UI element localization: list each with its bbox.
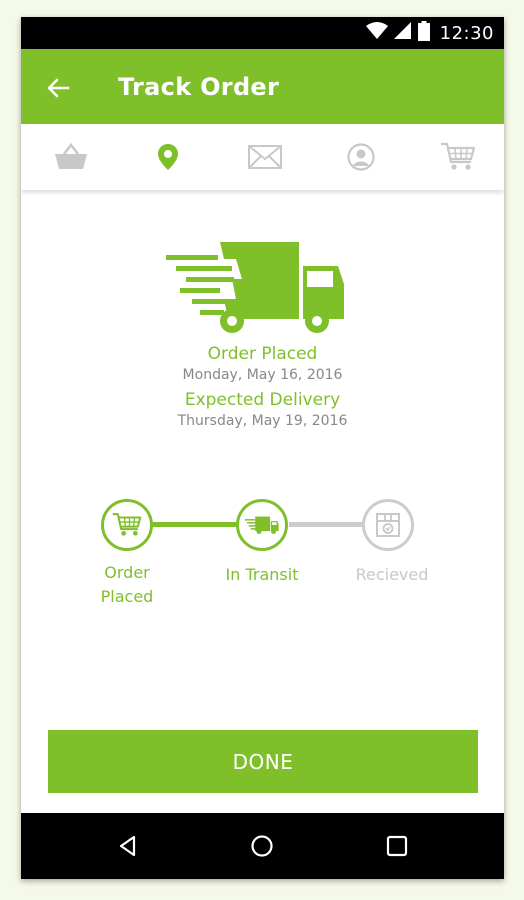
arrow-back-icon <box>47 78 70 98</box>
tab-account[interactable] <box>341 137 381 177</box>
tab-cart[interactable] <box>438 137 478 177</box>
order-placed-label: Order Placed <box>207 344 318 364</box>
circle-home-icon <box>251 835 274 857</box>
nav-home-button[interactable] <box>242 826 282 866</box>
system-nav-bar <box>21 813 504 879</box>
step-order-placed <box>101 499 153 551</box>
location-pin-icon <box>157 144 178 170</box>
step-label-received: Recieved <box>355 565 429 584</box>
triangle-back-icon <box>120 835 136 857</box>
truck-icon <box>245 516 279 534</box>
tab-bar <box>21 124 504 190</box>
step-label-order-placed: Order Placed <box>77 561 177 609</box>
expected-delivery-date: Thursday, May 19, 2016 <box>177 413 348 429</box>
status-time: 12:30 <box>439 22 494 44</box>
step-received <box>362 499 414 551</box>
cart-icon <box>441 142 476 170</box>
order-placed-date: Monday, May 16, 2016 <box>182 367 343 383</box>
tab-basket[interactable] <box>51 137 91 177</box>
battery-icon <box>417 21 430 45</box>
box-icon <box>376 513 400 537</box>
status-icons: 12:30 <box>365 17 494 49</box>
app-bar: Track Order <box>21 49 504 124</box>
done-button[interactable]: DONE <box>48 730 478 793</box>
back-button[interactable] <box>41 71 75 105</box>
progress-line-done <box>151 522 237 527</box>
square-recents-icon <box>386 835 407 857</box>
step-in-transit <box>236 499 288 551</box>
cart-icon <box>112 513 142 536</box>
delivery-truck-icon <box>166 239 346 338</box>
phone-screen: 12:30 Track Order Order Placed Monday, M… <box>21 17 504 879</box>
expected-delivery-label: Expected Delivery <box>184 390 341 410</box>
basket-icon <box>55 143 87 169</box>
tab-location[interactable] <box>148 137 188 177</box>
step-label-in-transit: In Transit <box>225 565 299 584</box>
step-label-line: Order <box>104 563 150 582</box>
wifi-icon <box>365 22 388 44</box>
nav-recents-button[interactable] <box>377 826 417 866</box>
signal-icon <box>393 22 412 44</box>
mail-icon <box>247 145 282 169</box>
nav-back-button[interactable] <box>108 826 148 866</box>
status-bar: 12:30 <box>21 17 504 49</box>
page-title: Track Order <box>118 73 280 101</box>
progress-line-pending <box>289 522 363 527</box>
step-label-line: Placed <box>100 587 154 606</box>
tab-mail[interactable] <box>245 137 285 177</box>
account-icon <box>347 143 375 171</box>
